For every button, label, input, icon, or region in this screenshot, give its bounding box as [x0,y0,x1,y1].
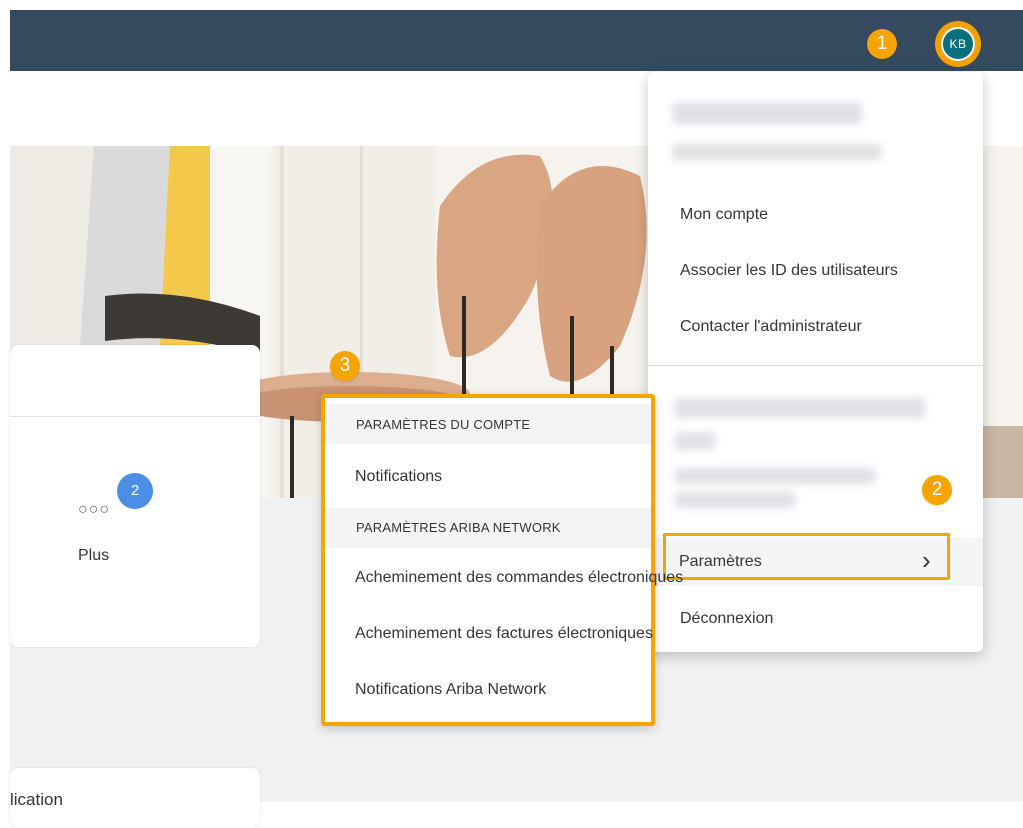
company-id-redacted [675,432,715,450]
link-user-ids-item[interactable]: Associer les ID des utilisateurs [680,262,898,280]
ariba-notifications-item[interactable]: Notifications Ariba Network [355,681,546,699]
logout-item[interactable]: Déconnexion [680,610,773,628]
settings-highlight [663,533,950,580]
more-count-badge: 2 [117,473,153,509]
company-name-redacted [675,398,925,418]
menu-divider [648,365,983,366]
order-routing-item[interactable]: Acheminement des commandes électroniques [355,569,683,587]
user-email-redacted [672,144,882,160]
more-dots-icon[interactable]: ○○○ [78,501,110,519]
account-settings-header: PARAMÈTRES DU COMPTE [356,417,531,432]
contact-admin-item[interactable]: Contacter l'administrateur [680,318,862,336]
card-divider [10,416,260,417]
invoice-routing-item[interactable]: Acheminement des factures électroniques [355,625,653,643]
my-account-item[interactable]: Mon compte [680,206,768,224]
ariba-network-settings-header: PARAMÈTRES ARIBA NETWORK [356,520,561,535]
step-callout-3: 3 [330,351,360,381]
step-callout-2: 2 [922,475,952,505]
user-avatar-button[interactable]: KB [941,27,975,61]
more-label[interactable]: Plus [78,547,109,565]
company-detail-redacted [675,468,875,484]
company-detail-redacted-2 [675,492,795,508]
applications-card-title: lication [10,790,63,809]
step-callout-1: 1 [867,29,897,59]
notifications-item[interactable]: Notifications [355,468,442,486]
user-name-redacted [672,102,862,124]
